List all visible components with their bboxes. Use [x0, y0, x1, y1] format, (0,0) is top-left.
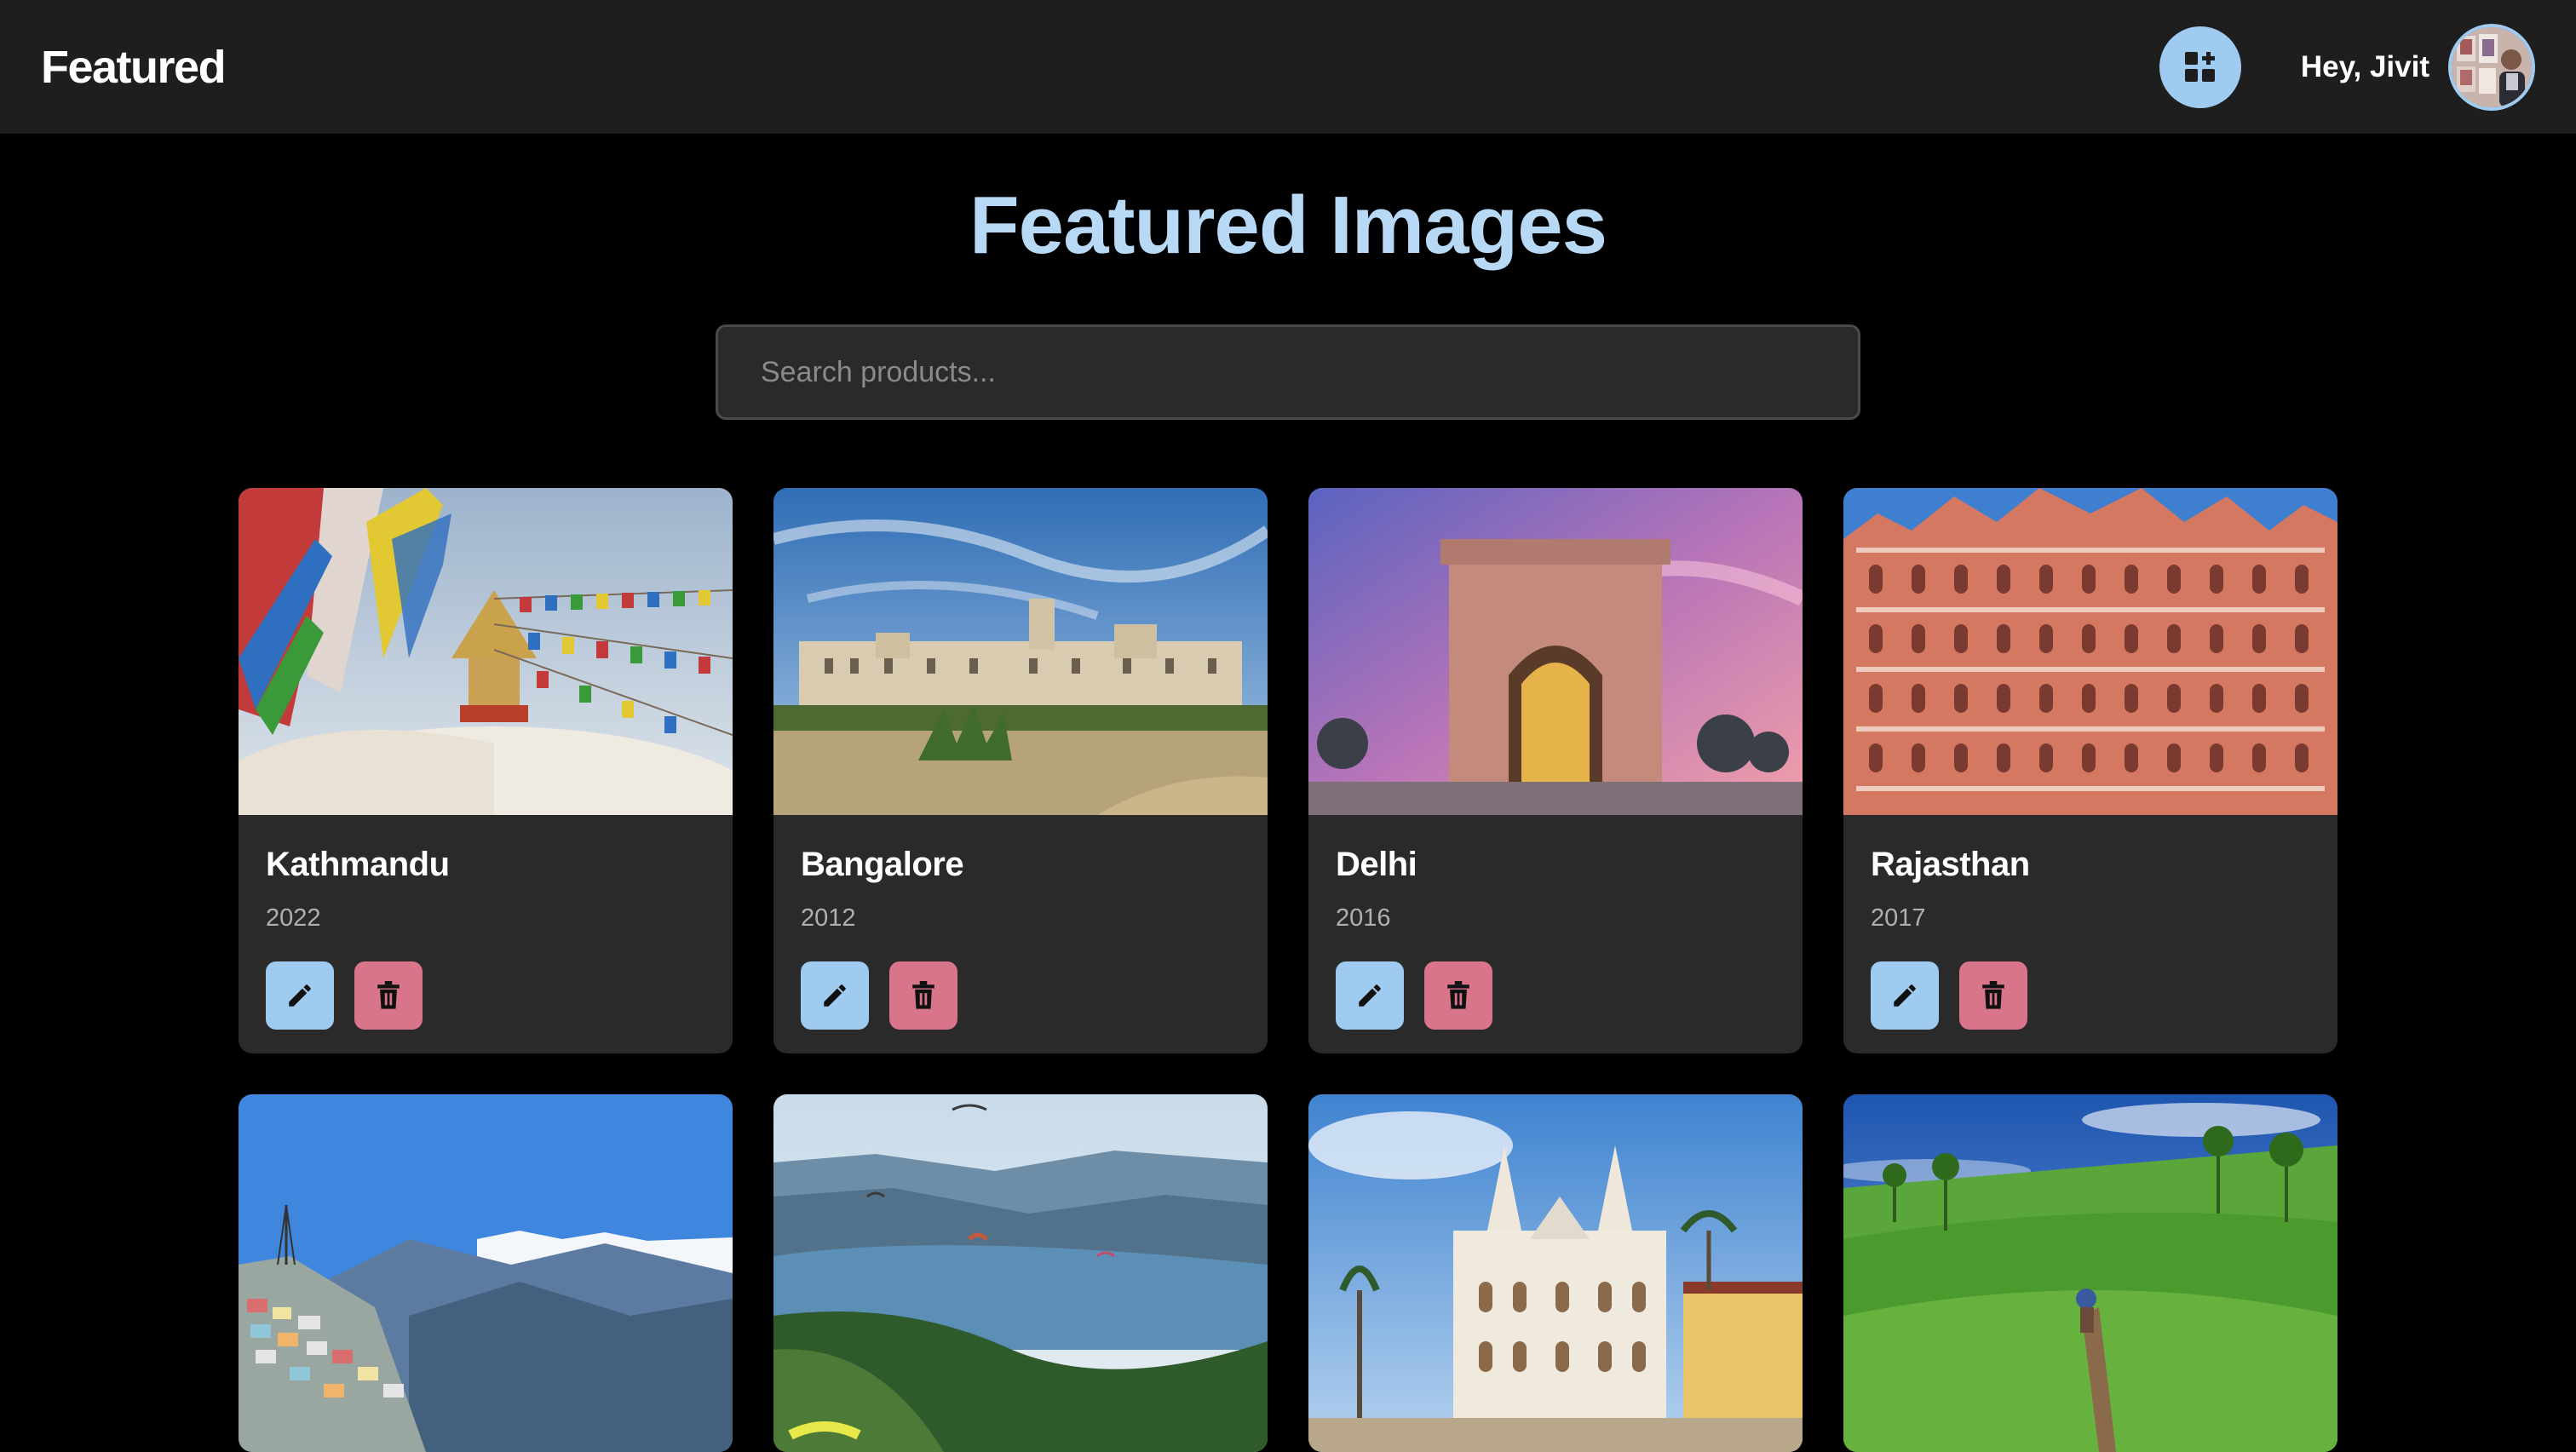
- image-card: [239, 1094, 733, 1452]
- church-photo: [1308, 1094, 1803, 1452]
- card-image[interactable]: [239, 1094, 733, 1452]
- rajasthan-photo: [1843, 488, 2337, 815]
- add-image-button[interactable]: [2159, 26, 2241, 108]
- top-navbar: Featured Hey, Jivit: [0, 0, 2576, 134]
- image-card: Bangalore 2012: [773, 488, 1268, 1053]
- tea-plantation-photo: [1843, 1094, 2337, 1452]
- card-actions: [801, 961, 1240, 1030]
- card-image[interactable]: [773, 1094, 1268, 1452]
- pencil-icon: [289, 984, 311, 1007]
- card-year: 2022: [266, 904, 321, 932]
- card-image[interactable]: [1308, 1094, 1803, 1452]
- card-body: Rajasthan 2017: [1843, 815, 2337, 1030]
- image-card: Rajasthan 2017: [1843, 488, 2337, 1053]
- avatar[interactable]: [2448, 23, 2535, 111]
- image-grid: Kathmandu 2022 Bangalore 2012 Delhi 2016…: [239, 488, 2338, 1452]
- image-card: Delhi 2016: [1308, 488, 1803, 1053]
- lake-paragliding-photo: [773, 1094, 1268, 1452]
- delete-button[interactable]: [1959, 961, 2027, 1030]
- nav-right: Hey, Jivit: [2159, 23, 2535, 111]
- card-image[interactable]: [1843, 1094, 2337, 1452]
- card-year: 2012: [801, 904, 856, 932]
- card-image[interactable]: [239, 488, 733, 815]
- card-actions: [266, 961, 705, 1030]
- card-body: Kathmandu 2022: [239, 815, 733, 1030]
- image-card: [1843, 1094, 2337, 1452]
- brand-logo[interactable]: Featured: [41, 41, 227, 94]
- pencil-icon: [1359, 984, 1381, 1007]
- add-grid-icon: [2184, 51, 2215, 82]
- card-title: Delhi: [1336, 846, 1417, 883]
- card-body: Delhi 2016: [1308, 815, 1803, 1030]
- edit-button[interactable]: [266, 961, 334, 1030]
- trash-icon: [912, 981, 934, 1009]
- edit-button[interactable]: [1336, 961, 1404, 1030]
- avatar-image: [2452, 26, 2532, 107]
- card-actions: [1871, 961, 2310, 1030]
- card-year: 2017: [1871, 904, 1926, 932]
- search-input[interactable]: [716, 324, 1860, 420]
- user-greeting: Hey, Jivit: [2300, 49, 2429, 83]
- delete-button[interactable]: [354, 961, 423, 1030]
- image-card: [1308, 1094, 1803, 1452]
- kathmandu-photo: [239, 488, 733, 815]
- pencil-icon: [824, 984, 846, 1007]
- card-image[interactable]: [1843, 488, 2337, 815]
- edit-button[interactable]: [801, 961, 869, 1030]
- trash-icon: [1982, 981, 2004, 1009]
- card-body: Bangalore 2012: [773, 815, 1268, 1030]
- trash-icon: [377, 981, 400, 1009]
- search-bar: [716, 324, 1860, 420]
- bangalore-photo: [773, 488, 1268, 815]
- card-image[interactable]: [1308, 488, 1803, 815]
- page-title: Featured Images: [969, 180, 1607, 271]
- card-image[interactable]: [773, 488, 1268, 815]
- card-title: Bangalore: [801, 846, 964, 883]
- card-year: 2016: [1336, 904, 1391, 932]
- edit-button[interactable]: [1871, 961, 1939, 1030]
- delete-button[interactable]: [889, 961, 957, 1030]
- hill-town-photo: [239, 1094, 733, 1452]
- image-card: [773, 1094, 1268, 1452]
- image-card: Kathmandu 2022: [239, 488, 733, 1053]
- card-actions: [1336, 961, 1775, 1030]
- delhi-photo: [1308, 488, 1803, 815]
- trash-icon: [1447, 981, 1469, 1009]
- pencil-icon: [1894, 984, 1916, 1007]
- card-title: Rajasthan: [1871, 846, 2030, 883]
- card-title: Kathmandu: [266, 846, 450, 883]
- delete-button[interactable]: [1424, 961, 1492, 1030]
